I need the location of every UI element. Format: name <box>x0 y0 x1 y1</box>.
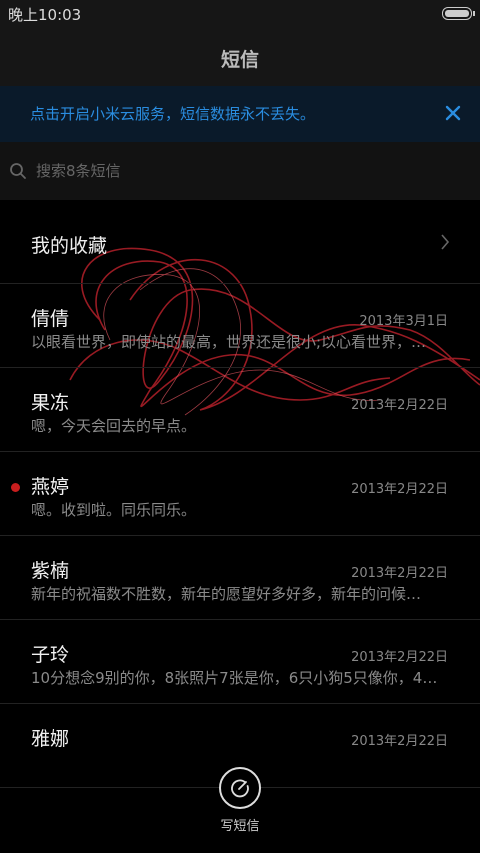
search-bar[interactable] <box>0 142 480 200</box>
contact-name: 燕婷 <box>31 476 70 498</box>
favorites-row[interactable]: 我的收藏 <box>0 200 480 284</box>
list-item[interactable]: 紫楠 2013年2月22日 新年的祝福数不胜数，新年的愿望好多好多，新年的问候… <box>0 536 480 620</box>
unread-indicator <box>11 483 20 492</box>
conversation-list: 我的收藏 倩倩 2013年3月1日 以眼看世界，即使站的最高，世界还是很小;以心… <box>0 200 480 788</box>
message-date: 2013年2月22日 <box>351 650 448 665</box>
message-preview: 嗯，今天会回去的早点。 <box>31 417 197 435</box>
message-date: 2013年3月1日 <box>359 314 448 329</box>
contact-name: 雅娜 <box>31 728 70 750</box>
cloud-service-banner[interactable]: 点击开启小米云服务，短信数据永不丢失。 <box>0 86 480 142</box>
message-preview: 新年的祝福数不胜数，新年的愿望好多好多，新年的问候… <box>31 585 422 603</box>
list-item[interactable]: 果冻 2013年2月22日 嗯，今天会回去的早点。 <box>0 368 480 452</box>
list-item[interactable]: 燕婷 2013年2月22日 嗯。收到啦。同乐同乐。 <box>0 452 480 536</box>
search-input[interactable] <box>36 156 456 186</box>
header: 短信 <box>0 28 480 86</box>
banner-text[interactable]: 点击开启小米云服务，短信数据永不丢失。 <box>30 103 315 124</box>
message-preview: 10分想念9别的你，8张照片7张是你，6只小狗5只像你，4… <box>31 669 438 687</box>
compose-label: 写短信 <box>220 819 260 834</box>
compose-circle[interactable] <box>219 767 261 809</box>
message-date: 2013年2月22日 <box>351 734 448 749</box>
close-icon[interactable] <box>440 100 466 126</box>
list-item[interactable]: 子玲 2013年2月22日 10分想念9别的你，8张照片7张是你，6只小狗5只像… <box>0 620 480 704</box>
status-bar: 晚上10:03 <box>0 0 480 28</box>
message-preview: 嗯。收到啦。同乐同乐。 <box>31 501 197 519</box>
compose-button[interactable]: 写短信 <box>210 765 270 834</box>
battery-icon <box>442 7 475 20</box>
contact-name: 倩倩 <box>31 308 70 330</box>
status-time: 晚上10:03 <box>8 6 82 24</box>
contact-name: 子玲 <box>31 644 70 666</box>
message-preview: 以眼看世界，即使站的最高，世界还是很小;以心看世界，… <box>31 333 427 351</box>
chevron-right-icon <box>441 234 450 250</box>
contact-name: 果冻 <box>31 392 70 414</box>
search-icon <box>10 163 26 179</box>
message-date: 2013年2月22日 <box>351 566 448 581</box>
message-date: 2013年2月22日 <box>351 398 448 413</box>
compose-icon <box>231 779 249 798</box>
page-title: 短信 <box>220 49 259 71</box>
contact-name: 紫楠 <box>31 560 70 582</box>
list-item[interactable]: 倩倩 2013年3月1日 以眼看世界，即使站的最高，世界还是很小;以心看世界，… <box>0 284 480 368</box>
message-date: 2013年2月22日 <box>351 482 448 497</box>
favorites-label: 我的收藏 <box>31 235 108 257</box>
